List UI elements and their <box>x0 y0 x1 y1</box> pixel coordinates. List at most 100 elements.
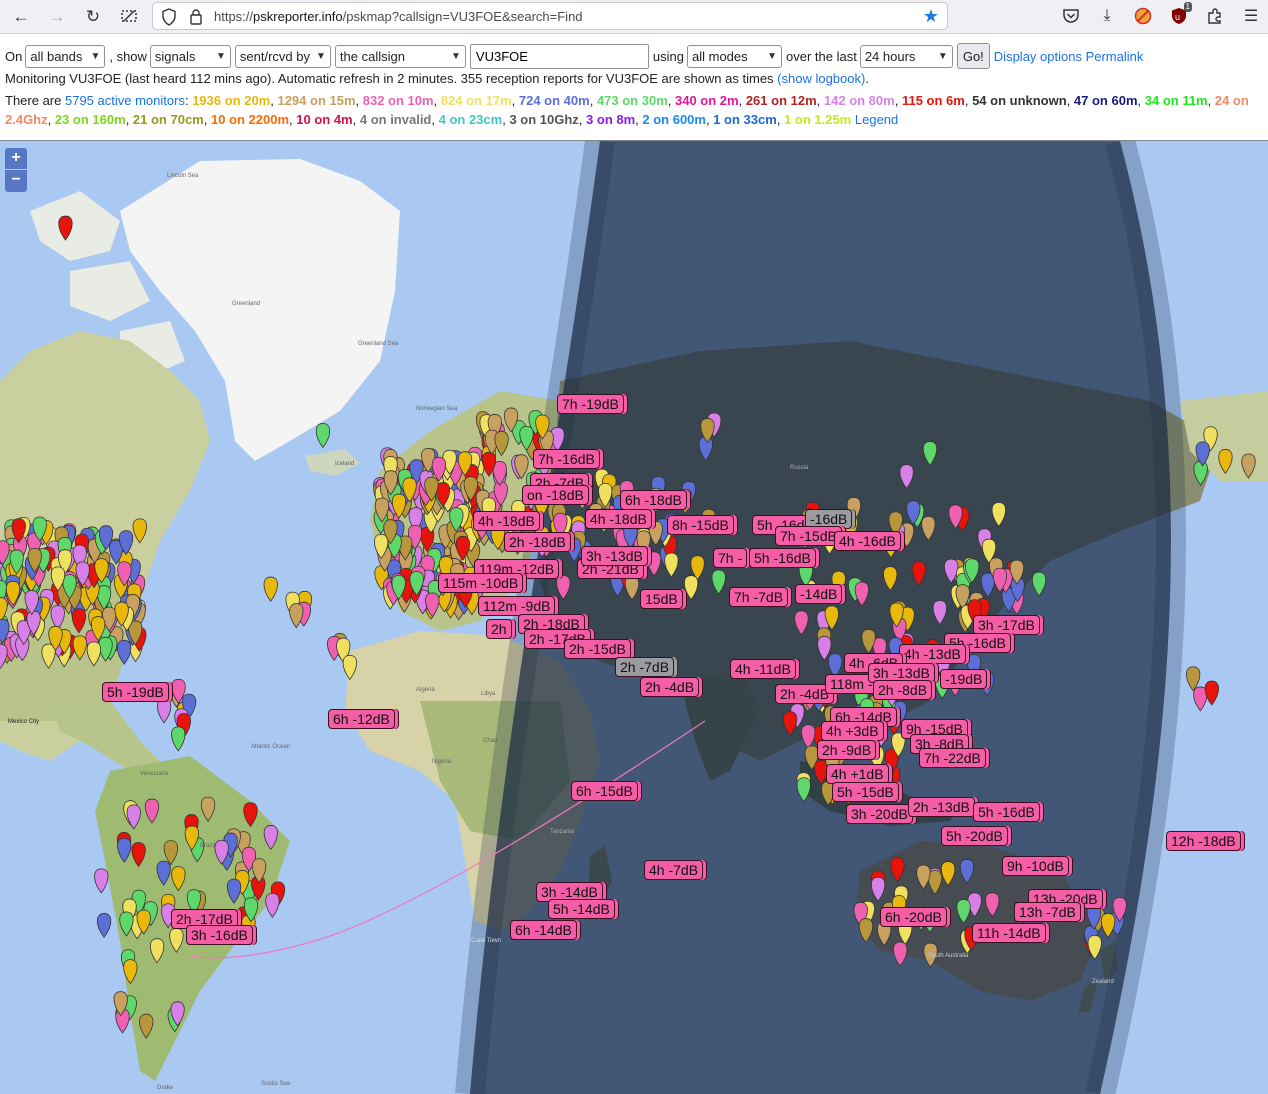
reception-report-label[interactable]: 6h -20dB <box>880 907 947 927</box>
reception-report-label[interactable]: 5h -19dB <box>102 682 169 702</box>
using-label: using <box>652 48 684 64</box>
screenshot-icon[interactable] <box>117 5 141 27</box>
downloads-icon[interactable]: ⤓ <box>1096 5 1118 27</box>
reception-report-label[interactable]: 7h -7dB <box>729 587 789 607</box>
reception-report-label[interactable]: 2h -4dB <box>640 677 700 697</box>
reception-report-label[interactable]: 3h -16dB <box>186 925 253 945</box>
show-logbook-link[interactable]: (show logbook) <box>777 71 865 86</box>
bands-select[interactable]: all bands ▼ <box>25 44 106 68</box>
monitors-prefix: There are <box>5 93 65 108</box>
band-count: 54 on unknown <box>972 93 1067 108</box>
reception-report-label[interactable]: 4h -7dB <box>644 860 704 880</box>
reception-report-label[interactable]: 5h -20dB <box>941 826 1008 846</box>
lock-icon[interactable] <box>189 8 203 28</box>
blocker-extension-icon[interactable] <box>1132 5 1154 27</box>
callsign-input[interactable] <box>469 43 649 69</box>
reception-report-label[interactable]: 13h -7dB <box>1014 902 1081 922</box>
active-monitors-link[interactable]: 5795 active monitors <box>65 93 185 108</box>
psk-map[interactable]: + − Lincoln Sea Greenland Greenland Sea … <box>0 140 1268 1094</box>
reception-report-label[interactable]: 7h -16dB <box>533 449 600 469</box>
reception-report-label[interactable]: 4h -16dB <box>834 531 901 551</box>
address-bar[interactable]: https://pskreporter.info/pskmap?callsign… <box>152 2 948 30</box>
reception-report-label[interactable]: 5h -14dB <box>548 899 615 919</box>
target-select[interactable]: the callsign ▼ <box>334 44 466 68</box>
reception-report-label[interactable]: 6h -12dB <box>328 709 395 729</box>
reception-report-label[interactable]: 7h -19dB <box>557 394 624 414</box>
band-count: 115 on 6m <box>901 93 965 108</box>
reception-report-label[interactable]: 4h -11dB <box>730 659 796 679</box>
reception-report-label[interactable]: 5h -16dB <box>973 802 1040 822</box>
place-cape-town: Cape Town <box>471 938 501 944</box>
reception-report-label[interactable]: 115m -10dB <box>438 573 524 593</box>
reception-report-label[interactable]: 4h +1dB <box>826 764 889 784</box>
reception-report-label[interactable]: 2h <box>486 619 512 639</box>
reception-report-label[interactable]: 2h -15dB <box>564 639 631 659</box>
ublock-icon[interactable]: u 1 <box>1168 2 1192 27</box>
display-options-link[interactable]: Display options <box>994 49 1082 64</box>
band-count: 473 on 30m <box>596 93 668 108</box>
place-libya: Libya <box>481 691 496 697</box>
zoom-in-button[interactable]: + <box>5 148 27 169</box>
reception-report-label[interactable]: 4h -18dB <box>473 511 540 531</box>
reception-report-label[interactable]: 2h -8dB <box>873 680 933 700</box>
reception-report-label[interactable]: 7h -22dB <box>919 748 986 768</box>
place-venezuela: Venezuela <box>140 771 169 777</box>
bookmark-star-icon[interactable]: ★ <box>923 6 939 27</box>
zoom-out-button[interactable]: − <box>5 169 27 191</box>
tracking-protection-icon[interactable] <box>161 8 177 29</box>
legend-link[interactable]: Legend <box>855 112 898 127</box>
band-count: 824 on 17m <box>440 93 512 108</box>
reception-report-label[interactable]: 2h -7dB <box>615 657 675 677</box>
reception-report-label[interactable]: 6h -15dB <box>571 781 638 801</box>
reception-report-label[interactable]: 3h -17dB <box>973 615 1040 635</box>
reload-icon[interactable]: ↻ <box>81 5 105 27</box>
reception-report-label[interactable]: 2h -13dB <box>908 797 975 817</box>
reception-report-label[interactable]: 7h -15dB <box>775 526 842 546</box>
modes-select[interactable]: all modes ▼ <box>687 44 782 68</box>
band-count: 10 on 4m <box>296 112 353 127</box>
reception-report-label[interactable]: 3h -20dB <box>846 804 913 824</box>
chevron-down-icon: ▼ <box>90 50 101 62</box>
reception-report-label[interactable]: 4h +3dB <box>821 721 884 741</box>
direction-select[interactable]: sent/rcvd by ▼ <box>234 44 331 68</box>
reception-report-label[interactable]: on -18dB <box>522 485 589 505</box>
status-end: . <box>865 71 869 86</box>
pocket-icon[interactable] <box>1060 5 1082 27</box>
on-label: On <box>5 48 23 64</box>
forward-icon[interactable]: → <box>45 5 69 27</box>
reception-report-label[interactable]: 6h -14dB <box>510 920 577 940</box>
band-count: 3 on 10Ghz <box>509 112 579 127</box>
reception-report-label[interactable]: 9h -10dB <box>1002 856 1069 876</box>
reception-report-label[interactable]: 6h -18dB <box>620 490 687 510</box>
period-select[interactable]: 24 hours ▼ <box>859 44 953 68</box>
reception-report-label[interactable]: 2h -9dB <box>817 740 877 760</box>
reception-report-label[interactable]: 11h -14dB <box>972 923 1046 943</box>
status-text: Monitoring VU3FOE (last heard 112 mins a… <box>5 71 778 86</box>
reception-report-label[interactable]: 112m -9dB <box>478 596 556 616</box>
reception-report-label[interactable]: -14dB <box>795 584 843 604</box>
go-button[interactable]: Go! <box>956 43 990 69</box>
permalink-link[interactable]: Permalink <box>1086 49 1144 64</box>
place-algeria: Algeria <box>416 687 435 693</box>
search-controls: On all bands ▼ , show signals ▼ sent/rcvd … <box>5 43 1144 69</box>
reception-report-label[interactable]: 8h -15dB <box>667 515 734 535</box>
reception-report-label[interactable]: 4h -18dB <box>585 509 652 529</box>
reception-report-label[interactable]: 2h -18dB <box>504 532 571 552</box>
chevron-down-icon: ▼ <box>216 50 226 62</box>
back-icon[interactable]: ← <box>9 5 33 27</box>
monitoring-status: Monitoring VU3FOE (last heard 112 mins a… <box>5 71 869 86</box>
band-count: 142 on 80m <box>823 93 895 108</box>
menu-icon[interactable]: ☰ <box>1240 5 1262 27</box>
reception-report-label[interactable]: 15dB <box>640 589 683 609</box>
show-select[interactable]: signals ▼ <box>149 44 231 68</box>
target-select-value: the callsign <box>339 48 405 64</box>
reception-report-label[interactable]: 5h -15dB <box>832 782 899 802</box>
reception-report-label[interactable]: 3h -13dB <box>581 546 648 566</box>
reception-report-label[interactable]: -19dB <box>940 669 988 689</box>
reception-report-label[interactable]: 7h - <box>713 548 748 568</box>
extensions-icon[interactable] <box>1204 5 1226 27</box>
place-lincoln-sea: Lincoln Sea <box>167 173 199 179</box>
reception-report-label[interactable]: 12h -18dB <box>1166 831 1241 851</box>
reception-report-label[interactable]: 5h -16dB <box>749 548 816 568</box>
reception-report-label[interactable]: 4h -13dB <box>899 644 966 664</box>
